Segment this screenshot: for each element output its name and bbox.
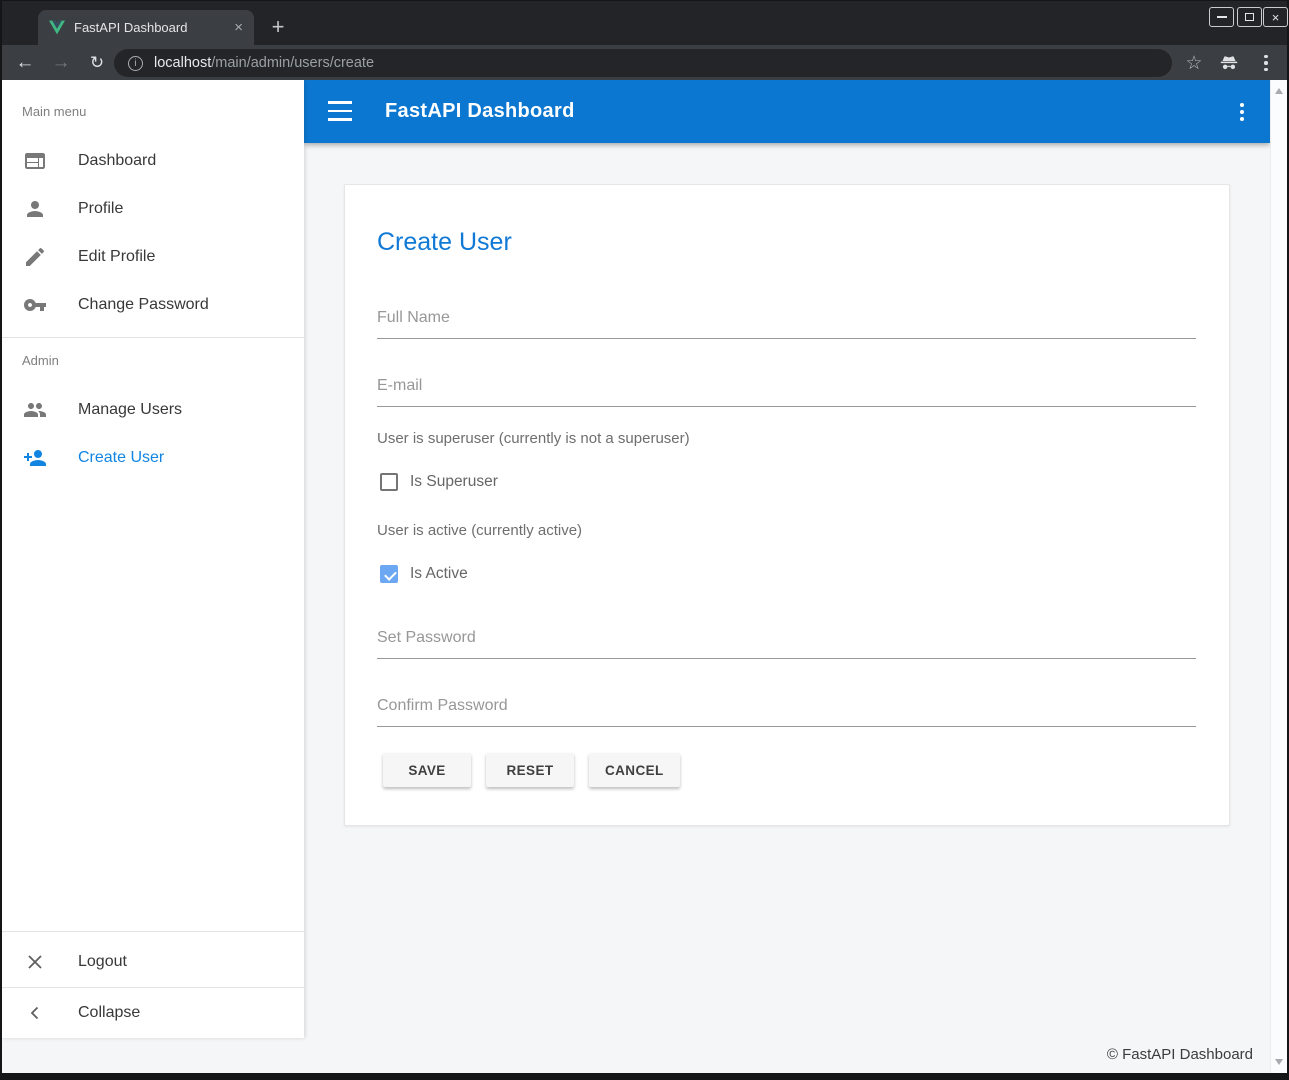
confirm-password-field-wrap (377, 690, 1196, 727)
people-icon (23, 398, 47, 422)
reset-button[interactable]: RESET (486, 753, 574, 787)
dashboard-icon (23, 149, 47, 173)
sidebar: Main menu Dashboard Profile Edit Profile… (2, 80, 304, 1038)
close-icon: × (1272, 10, 1280, 25)
window-maximize-button[interactable] (1237, 7, 1262, 27)
hamburger-menu-button[interactable] (328, 101, 352, 121)
is-active-checkbox-row[interactable]: Is Active (380, 565, 468, 583)
full-name-input[interactable] (377, 302, 1196, 339)
close-icon (23, 950, 47, 974)
back-button[interactable]: ← (10, 48, 40, 77)
cancel-button[interactable]: CANCEL (589, 753, 680, 787)
sidebar-divider (2, 987, 304, 988)
sidebar-item-logout[interactable]: Logout (2, 938, 304, 986)
is-active-checkbox[interactable] (380, 565, 398, 583)
kebab-menu-icon (1240, 103, 1244, 121)
kebab-menu-icon (1264, 55, 1268, 72)
bookmark-star-icon[interactable]: ☆ (1180, 49, 1208, 77)
person-icon (23, 197, 47, 221)
window-close-button[interactable]: × (1263, 7, 1288, 27)
sidebar-item-manage-users[interactable]: Manage Users (2, 386, 304, 434)
sidebar-item-label: Collapse (78, 1004, 140, 1022)
set-password-input[interactable] (377, 622, 1196, 659)
superuser-hint: User is superuser (currently is not a su… (377, 430, 690, 447)
is-superuser-checkbox[interactable] (380, 473, 398, 491)
sidebar-divider (2, 337, 304, 338)
new-tab-button[interactable]: + (264, 13, 292, 41)
sidebar-item-change-password[interactable]: Change Password (2, 281, 304, 329)
url-path: /main/admin/users/create (211, 55, 374, 71)
minimize-icon (1217, 16, 1227, 18)
form-actions: SAVE RESET CANCEL (383, 753, 680, 787)
create-user-card: Create User User is superuser (currently… (344, 184, 1230, 826)
sidebar-item-profile[interactable]: Profile (2, 185, 304, 233)
is-superuser-checkbox-row[interactable]: Is Superuser (380, 473, 498, 491)
maximize-icon (1245, 13, 1254, 21)
forward-button[interactable]: → (46, 48, 76, 77)
full-name-field-wrap (377, 302, 1196, 339)
set-password-field-wrap (377, 622, 1196, 659)
browser-window: FastAPI Dashboard × + × ← → ↻ i localhos… (0, 0, 1289, 1080)
email-field-wrap (377, 370, 1196, 407)
main-content: Create User User is superuser (currently… (304, 143, 1270, 1073)
checkbox-label: Is Active (410, 565, 468, 583)
app-bar-title: FastAPI Dashboard (385, 80, 575, 143)
active-hint: User is active (currently active) (377, 522, 582, 539)
pencil-icon (23, 245, 47, 269)
vue-logo-icon (49, 20, 65, 35)
page-body: Main menu Dashboard Profile Edit Profile… (2, 80, 1287, 1073)
sidebar-item-collapse[interactable]: Collapse (2, 989, 304, 1037)
page-scrollbar[interactable] (1270, 80, 1287, 1073)
sidebar-item-label: Dashboard (78, 152, 156, 170)
tab-title: FastAPI Dashboard (74, 20, 231, 35)
confirm-password-input[interactable] (377, 690, 1196, 727)
sidebar-divider (2, 931, 304, 932)
page-title: Create User (377, 228, 512, 257)
app-bar: FastAPI Dashboard (304, 80, 1270, 143)
sidebar-item-create-user[interactable]: Create User (2, 434, 304, 482)
scroll-up-arrow-icon[interactable] (1275, 88, 1283, 94)
email-input[interactable] (377, 370, 1196, 407)
scroll-down-arrow-icon[interactable] (1275, 1059, 1283, 1065)
save-button[interactable]: SAVE (383, 753, 471, 787)
sidebar-section-header-main-menu: Main menu (22, 104, 86, 119)
sidebar-item-dashboard[interactable]: Dashboard (2, 137, 304, 185)
window-minimize-button[interactable] (1209, 7, 1234, 27)
url-bar[interactable]: i localhost /main/admin/users/create (114, 49, 1172, 77)
reload-button[interactable]: ↻ (82, 48, 112, 77)
tab-close-icon[interactable]: × (231, 20, 246, 35)
page-info-icon[interactable]: i (128, 56, 143, 71)
incognito-icon (1215, 49, 1243, 77)
key-icon (23, 293, 47, 317)
app-bar-menu-button[interactable] (1240, 101, 1244, 122)
sidebar-item-label: Create User (78, 449, 164, 467)
browser-toolbar: ← → ↻ i localhost /main/admin/users/crea… (2, 45, 1287, 80)
footer-copyright: © FastAPI Dashboard (1107, 1046, 1253, 1063)
sidebar-item-label: Logout (78, 953, 127, 971)
browser-tab-strip: FastAPI Dashboard × + × (2, 1, 1287, 45)
checkbox-label: Is Superuser (410, 473, 498, 491)
browser-tab[interactable]: FastAPI Dashboard × (38, 10, 254, 45)
sidebar-section-header-admin: Admin (22, 353, 59, 368)
hamburger-icon (328, 101, 352, 104)
sidebar-item-label: Profile (78, 200, 123, 218)
person-add-icon (23, 446, 47, 470)
sidebar-item-label: Edit Profile (78, 248, 155, 266)
chevron-left-icon (23, 1001, 47, 1025)
browser-menu-button[interactable] (1252, 49, 1280, 77)
sidebar-item-label: Change Password (78, 296, 209, 314)
sidebar-item-label: Manage Users (78, 401, 182, 419)
url-host: localhost (154, 55, 211, 71)
sidebar-item-edit-profile[interactable]: Edit Profile (2, 233, 304, 281)
